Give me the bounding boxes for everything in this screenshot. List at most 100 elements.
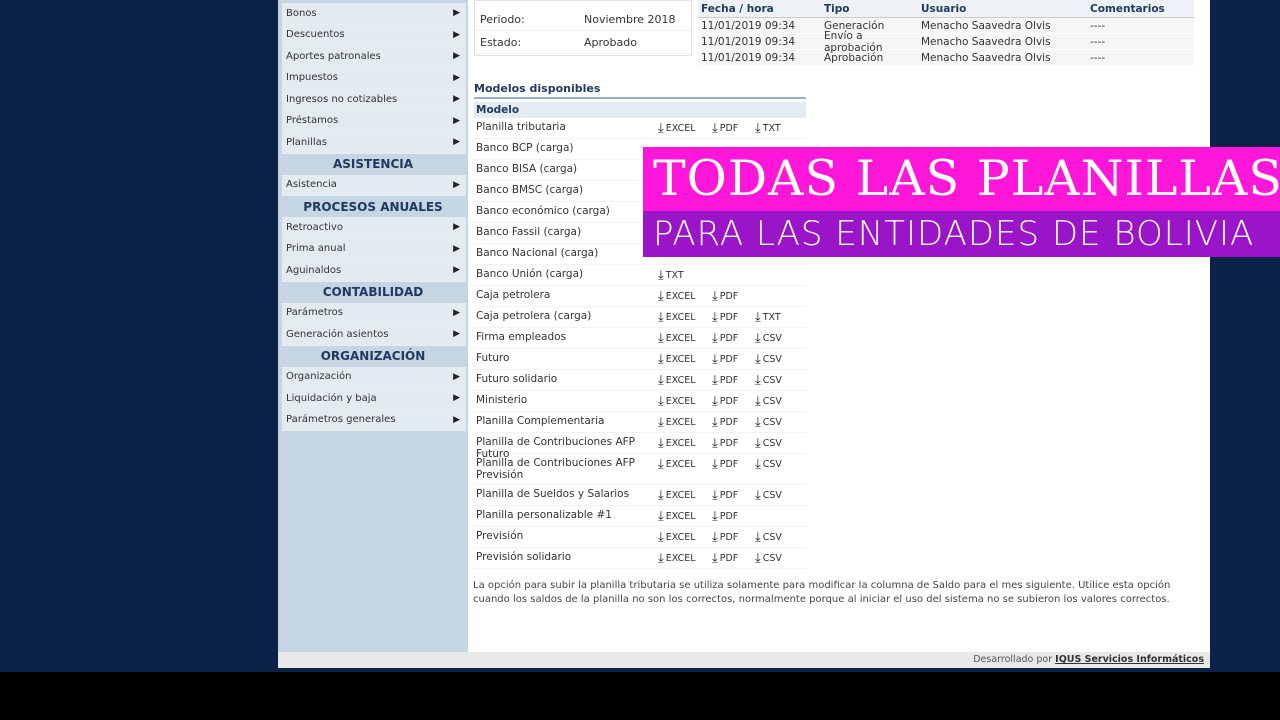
download-pdf-link[interactable]: ⤓ PDF [712, 121, 755, 135]
download-icon: ⤓ [658, 551, 664, 566]
download-format-label: EXCEL [665, 333, 696, 344]
download-txt-link[interactable]: ⤓ TXT [755, 310, 801, 324]
download-format-label: CSV [762, 459, 782, 470]
sidebar-menu-item[interactable]: Organización ▶ [282, 366, 466, 388]
download-pdf-link[interactable]: ⤓ PDF [712, 488, 755, 502]
download-format-label: EXCEL [665, 511, 696, 522]
sidebar-menu-item[interactable]: Prima anual ▶ [282, 238, 466, 260]
download-pdf-link[interactable]: ⤓ PDF [712, 373, 755, 387]
download-pdf-link[interactable]: ⤓ PDF [712, 352, 755, 366]
chevron-right-icon: ▶ [453, 137, 460, 148]
download-format-label: CSV [762, 438, 782, 449]
download-txt-link[interactable]: ⤓ TXT [755, 121, 801, 135]
model-row: Ministerio ⤓ EXCEL ⤓ PDF ⤓ CSV [474, 391, 806, 412]
download-excel-link[interactable]: ⤓ EXCEL [658, 289, 712, 303]
chevron-right-icon: ▶ [453, 243, 460, 254]
download-excel-link[interactable]: ⤓ EXCEL [658, 551, 712, 566]
download-format-label: PDF [719, 312, 739, 323]
sidebar-menu-item[interactable]: Asistencia ▶ [282, 174, 466, 196]
download-csv-link[interactable]: ⤓ CSV [755, 530, 801, 545]
sidebar-menu-item[interactable]: Aguinaldos ▶ [282, 260, 466, 282]
download-slot-empty [658, 142, 712, 144]
download-excel-link[interactable]: ⤓ EXCEL [658, 121, 712, 135]
download-pdf-link[interactable]: ⤓ PDF [712, 457, 755, 471]
download-excel-link[interactable]: ⤓ EXCEL [658, 488, 712, 502]
sidebar-menu-item[interactable]: Descuentos ▶ [282, 24, 466, 46]
download-pdf-link[interactable]: ⤓ PDF [712, 530, 755, 544]
history-cell: Menacho Saavedra Olvis [921, 35, 1051, 48]
sidebar-menu-item[interactable]: Retroactivo ▶ [282, 217, 466, 239]
download-icon: ⤓ [755, 551, 761, 566]
sidebar-menu-item[interactable]: Bonos ▶ [282, 3, 466, 25]
download-csv-link[interactable]: ⤓ CSV [755, 331, 801, 345]
sidebar-menu-item[interactable]: Generación asientos ▶ [282, 324, 466, 346]
download-format-label: PDF [719, 123, 739, 134]
model-name: Planilla Complementaria [476, 415, 605, 427]
sidebar-menu-item-label: Aportes patronales [286, 50, 381, 62]
download-pdf-link[interactable]: ⤓ PDF [712, 415, 755, 429]
history-column-header: Usuario [921, 2, 967, 15]
download-csv-link[interactable]: ⤓ CSV [755, 488, 801, 502]
download-csv-link[interactable]: ⤓ CSV [755, 436, 801, 451]
history-cell: ---- [1090, 35, 1106, 48]
download-csv-link[interactable]: ⤓ CSV [755, 551, 801, 566]
model-row: Caja petrolera ⤓ EXCEL ⤓ PDF [474, 286, 806, 307]
download-csv-link[interactable]: ⤓ CSV [755, 373, 801, 387]
download-excel-link[interactable]: ⤓ EXCEL [658, 373, 712, 387]
download-pdf-link[interactable]: ⤓ PDF [712, 289, 755, 303]
sidebar-menu-item-label: Liquidación y baja [286, 392, 377, 404]
download-format-label: CSV [762, 396, 782, 407]
download-excel-link[interactable]: ⤓ EXCEL [658, 509, 712, 523]
sidebar-section-heading: ASISTENCIA [278, 153, 468, 175]
sidebar-menu-item[interactable]: Liquidación y baja ▶ [282, 388, 466, 410]
download-icon: ⤓ [755, 436, 761, 451]
download-pdf-link[interactable]: ⤓ PDF [712, 436, 755, 451]
download-icon: ⤓ [712, 331, 718, 346]
download-format-label: CSV [762, 333, 782, 344]
download-icon: ⤓ [755, 352, 761, 367]
download-pdf-link[interactable]: ⤓ PDF [712, 551, 755, 565]
download-excel-link[interactable]: ⤓ EXCEL [658, 352, 712, 366]
history-row: 11/01/2019 09:34 Envío a aprobación Menach… [698, 30, 1194, 54]
sidebar-menu-item[interactable]: Préstamos ▶ [282, 110, 466, 132]
download-csv-link[interactable]: ⤓ CSV [755, 457, 801, 471]
history-cell: 11/01/2019 09:34 [701, 51, 796, 64]
footer-company-link[interactable]: IQUS Servicios Informáticos [1055, 654, 1204, 665]
download-format-label: PDF [719, 490, 739, 501]
download-excel-link[interactable]: ⤓ EXCEL [658, 394, 712, 408]
download-excel-link[interactable]: ⤓ EXCEL [658, 436, 712, 450]
sidebar-menu-item-label: Organización [286, 371, 352, 383]
download-excel-link[interactable]: ⤓ EXCEL [658, 530, 712, 544]
download-format-label: PDF [719, 333, 739, 344]
sidebar-menu-item[interactable]: Parámetros generales ▶ [282, 409, 466, 431]
download-excel-link[interactable]: ⤓ EXCEL [658, 331, 712, 345]
download-csv-link[interactable]: ⤓ CSV [755, 394, 801, 408]
download-slot-empty [755, 509, 801, 511]
sidebar-menu-item-label: Parámetros generales [286, 414, 396, 426]
download-pdf-link[interactable]: ⤓ PDF [712, 331, 755, 346]
sidebar-menu-item[interactable]: Aportes patronales ▶ [282, 46, 466, 68]
model-row: Banco Unión (carga) ⤓ TXT [474, 265, 806, 286]
sidebar-menu-item[interactable]: Ingresos no cotizables ▶ [282, 89, 466, 111]
chevron-right-icon: ▶ [453, 8, 460, 19]
sidebar-menu-item[interactable]: Planillas ▶ [282, 132, 466, 154]
download-icon: ⤓ [712, 436, 718, 451]
download-excel-link[interactable]: ⤓ EXCEL [658, 457, 712, 471]
download-pdf-link[interactable]: ⤓ PDF [712, 509, 755, 523]
download-txt-link[interactable]: ⤓ TXT [658, 268, 712, 282]
sidebar-menu-item[interactable]: Parámetros ▶ [282, 302, 466, 324]
download-icon: ⤓ [755, 530, 761, 545]
download-excel-link[interactable]: ⤓ EXCEL [658, 415, 712, 429]
download-pdf-link[interactable]: ⤓ PDF [712, 394, 755, 408]
history-column-header: Fecha / hora [701, 2, 774, 15]
download-excel-link[interactable]: ⤓ EXCEL [658, 310, 712, 324]
model-name: Planilla personalizable #1 [476, 509, 612, 521]
download-csv-link[interactable]: ⤓ CSV [755, 352, 801, 367]
chevron-right-icon: ▶ [453, 414, 460, 425]
sidebar-menu-item[interactable]: Impuestos ▶ [282, 67, 466, 89]
model-row: Planilla de Contribuciones AFP Futuro ⤓ EX… [474, 433, 806, 460]
model-name: Banco BCP (carga) [476, 142, 574, 154]
footer-prefix: Desarrollado por [973, 654, 1053, 665]
download-csv-link[interactable]: ⤓ CSV [755, 415, 801, 429]
download-pdf-link[interactable]: ⤓ PDF [712, 310, 755, 324]
